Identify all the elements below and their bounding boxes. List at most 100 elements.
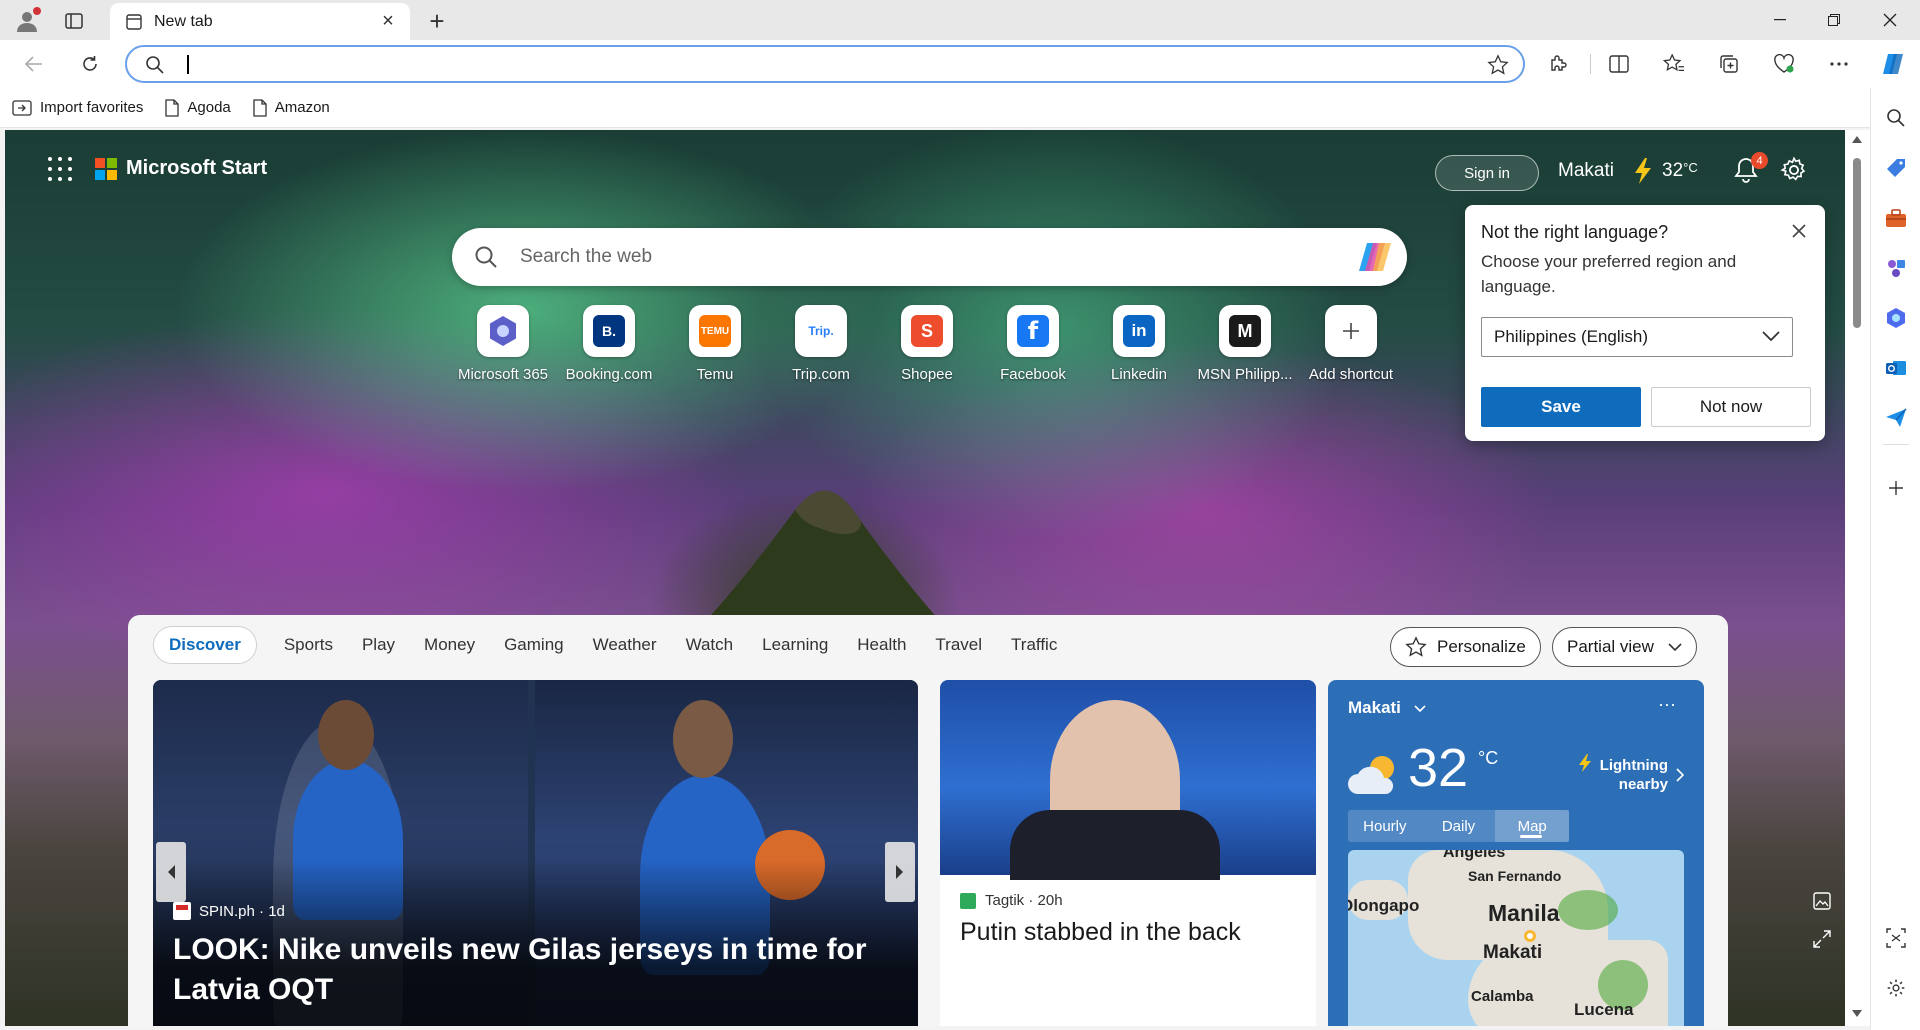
restore-button[interactable] [1806,0,1862,40]
app-launcher-icon[interactable] [48,157,72,181]
personalize-button[interactable]: Personalize [1390,627,1541,667]
web-search-box[interactable]: Search the web [452,228,1407,286]
shortcut-microsoft365[interactable]: Microsoft 365 [450,305,556,383]
minimize-button[interactable] [1752,0,1808,40]
header-location[interactable]: Makati [1558,160,1614,182]
weather-temperature: 32 [1408,738,1469,798]
sidebar-shopping[interactable] [1882,154,1910,182]
hero-story-card[interactable]: SPIN.ph · 1d LOOK: Nike unveils new Gila… [153,680,918,1026]
shortcut-temu[interactable]: TEMU Temu [662,305,768,383]
tab-gaming[interactable]: Gaming [504,635,564,655]
shortcut-label: MSN Philipp... [1197,366,1293,383]
browser-essentials-button[interactable] [1767,47,1801,81]
tab-map[interactable]: Map [1495,810,1570,842]
temu-icon: TEMU [699,315,731,347]
favorite-agoda[interactable]: Agoda [165,98,231,117]
weather-city[interactable]: Makati [1348,698,1426,718]
favorite-import[interactable]: Import favorites [12,99,143,117]
sidebar-games[interactable] [1882,254,1910,282]
scroll-thumb[interactable] [1853,158,1861,328]
copilot-icon [1883,54,1903,74]
region-language-select[interactable]: Philippines (English) [1481,317,1793,357]
new-tab-button[interactable]: + [420,4,454,38]
weather-map[interactable]: Angeles San Fernando Olongapo Manila Mak… [1348,850,1684,1026]
tab-play[interactable]: Play [362,635,395,655]
not-now-button[interactable]: Not now [1651,387,1811,427]
save-button[interactable]: Save [1481,387,1641,427]
shortcut-linkedin[interactable]: in Linkedin [1086,305,1192,383]
header-temperature[interactable]: 32°C [1662,160,1698,182]
sidebar-settings[interactable] [1882,974,1910,1002]
back-button[interactable] [16,47,52,81]
favorite-star-icon[interactable] [1487,54,1509,76]
favorites-button[interactable] [1657,47,1691,81]
sidebar-add[interactable] [1882,474,1910,502]
sidebar-outlook[interactable] [1882,354,1910,382]
sidebar-screenshot[interactable] [1882,924,1910,952]
tab-discover[interactable]: Discover [153,626,257,664]
tab-hourly[interactable]: Hourly [1348,810,1422,842]
close-window-button[interactable] [1862,0,1918,40]
tab-money[interactable]: Money [424,635,475,655]
new-tab-page: Microsoft Start Sign in Makati 32°C 4 Se… [5,130,1845,1026]
shortcut-facebook[interactable]: f Facebook [980,305,1086,383]
address-bar[interactable] [125,45,1525,83]
news-story-card[interactable]: Tagtik · 20h Putin stabbed in the back [940,680,1316,1026]
split-screen-button[interactable] [1602,47,1636,81]
news-source-text: Tagtik · 20h [985,892,1063,909]
page-icon [165,98,180,117]
copilot-button[interactable] [1876,47,1910,81]
tab-weather[interactable]: Weather [593,635,657,655]
language-popup: Not the right language? Choose your pref… [1465,205,1825,441]
portrait-suit [1010,810,1220,880]
gear-icon[interactable] [1780,156,1808,184]
shortcut-msn[interactable]: M MSN Philipp... [1192,305,1298,383]
shortcut-shopee[interactable]: S Shopee [874,305,980,383]
close-tab-icon[interactable]: × [376,10,400,34]
map-location-pin [1524,930,1536,942]
tab-watch[interactable]: Watch [686,635,734,655]
shortcut-booking[interactable]: B. Booking.com [556,305,662,383]
scroll-up-icon[interactable] [1852,136,1862,143]
settings-more-button[interactable] [1822,47,1856,81]
extensions-button[interactable] [1541,47,1575,81]
lightning-icon [1579,754,1591,772]
refresh-button[interactable] [72,47,108,81]
tab-health[interactable]: Health [857,635,906,655]
expand-icon[interactable] [1813,930,1831,948]
carousel-next-button[interactable] [885,842,915,902]
news-headline[interactable]: Putin stabbed in the back [960,916,1300,948]
page-scrollbar[interactable] [1845,130,1870,1026]
profile-avatar[interactable] [10,4,44,38]
shortcut-trip[interactable]: Trip. Trip.com [768,305,874,383]
weather-more-button[interactable]: ··· [1658,694,1676,715]
sidebar-drop[interactable] [1882,404,1910,432]
sidebar-tools[interactable] [1882,204,1910,232]
shortcuts-row: Microsoft 365 B. Booking.com TEMU Temu T… [450,305,1404,383]
sidebar-search[interactable] [1882,104,1910,132]
image-info-icon[interactable] [1813,892,1831,910]
copilot-icon[interactable] [1357,241,1393,273]
shortcut-label: Add shortcut [1308,366,1394,383]
chevron-right-icon [1676,768,1684,782]
sign-in-button[interactable]: Sign in [1435,155,1539,191]
shortcut-add[interactable]: Add shortcut [1298,305,1404,383]
tab-actions-button[interactable] [58,6,90,36]
sidebar-microsoft365[interactable] [1882,304,1910,332]
favorite-amazon[interactable]: Amazon [253,98,330,117]
tab-new-tab[interactable]: New tab × [110,3,410,40]
weather-card[interactable]: Makati ··· 32 °C Lightning nearby Hourly… [1328,680,1704,1026]
tab-daily[interactable]: Daily [1422,810,1496,842]
close-icon[interactable] [1789,221,1809,241]
partial-view-dropdown[interactable]: Partial view [1552,627,1697,667]
collections-button[interactable] [1712,47,1746,81]
weather-alert[interactable]: Lightning nearby [1600,756,1668,794]
brand-title[interactable]: Microsoft Start [126,157,267,180]
hero-headline[interactable]: LOOK: Nike unveils new Gilas jerseys in … [173,930,893,1010]
carousel-prev-button[interactable] [156,842,186,902]
tab-travel[interactable]: Travel [935,635,982,655]
scroll-down-icon[interactable] [1852,1010,1862,1017]
tab-sports[interactable]: Sports [284,635,333,655]
tab-traffic[interactable]: Traffic [1011,635,1057,655]
tab-learning[interactable]: Learning [762,635,828,655]
